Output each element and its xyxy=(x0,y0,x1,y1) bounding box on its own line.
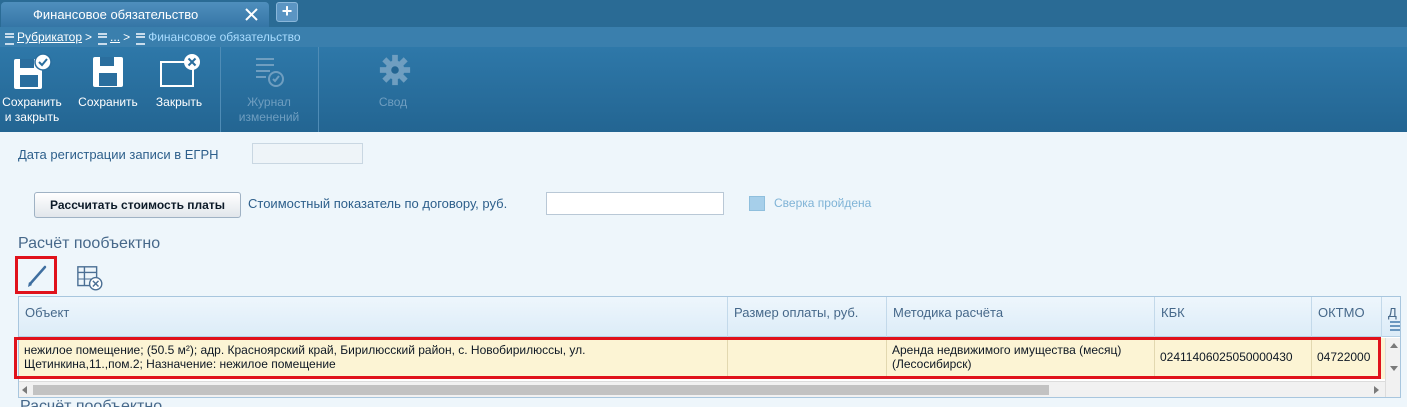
column-header-kbk[interactable]: КБК xyxy=(1155,297,1312,337)
tab-financial-obligation[interactable]: Финансовое обязательство xyxy=(1,2,269,27)
save-label: Сохранить xyxy=(78,95,138,109)
add-tab-button[interactable]: + xyxy=(276,2,298,22)
pencil-icon xyxy=(28,265,47,287)
cost-indicator-field[interactable] xyxy=(546,192,724,215)
breadcrumb: Рубрикатор > ... > Финансовое обязательс… xyxy=(0,27,1407,47)
section-title-below: Расчёт пообъектно xyxy=(20,398,163,407)
save-and-close-label-2: и закрыть xyxy=(4,110,60,124)
breadcrumb-current: Финансовое обязательство xyxy=(148,30,301,44)
registration-date-label: Дата регистрации записи в ЕГРН xyxy=(18,147,219,162)
table-settings-button[interactable] xyxy=(66,256,108,294)
breadcrumb-separator: > xyxy=(85,30,93,44)
vertical-scrollbar[interactable] xyxy=(1385,338,1400,397)
close-icon[interactable] xyxy=(244,7,259,22)
scroll-down-icon[interactable] xyxy=(1390,366,1398,371)
tab-title: Финансовое обязательство xyxy=(33,7,199,22)
row-highlight-frame xyxy=(14,337,1381,379)
tab-strip: Финансовое обязательство + xyxy=(0,0,1407,27)
save-button[interactable]: Сохранить xyxy=(74,47,142,132)
cost-indicator-label: Стоимостный показатель по договору, руб. xyxy=(248,196,508,211)
scroll-left-icon[interactable] xyxy=(22,386,27,394)
change-log-button[interactable]: Журнал изменений xyxy=(228,47,310,132)
breadcrumb-root-link[interactable]: Рубрикатор xyxy=(17,30,82,44)
close-window-icon xyxy=(160,54,200,87)
save-check-icon xyxy=(14,53,52,89)
grid-header: Объект Размер оплаты, руб. Методика расч… xyxy=(19,297,1400,337)
scroll-up-icon[interactable] xyxy=(1390,343,1398,348)
reconciliation-label: Сверка пройдена xyxy=(774,196,872,210)
document-icon xyxy=(136,32,146,45)
change-log-label-1: Журнал xyxy=(247,95,291,109)
breadcrumb-separator: > xyxy=(123,30,131,44)
list-icon xyxy=(5,32,14,45)
close-label: Закрыть xyxy=(155,95,203,109)
calculate-fee-button[interactable]: Рассчитать стоимость платы xyxy=(34,192,241,218)
table-delete-icon xyxy=(77,266,103,291)
reconciliation-checkbox[interactable] xyxy=(749,196,765,211)
column-menu-icon[interactable] xyxy=(1390,321,1400,331)
scroll-right-icon[interactable] xyxy=(1374,386,1379,394)
column-header-d[interactable]: Д xyxy=(1382,297,1400,337)
scrollbar-thumb[interactable] xyxy=(33,385,1049,395)
registration-date-field[interactable] xyxy=(252,143,363,164)
summary-label: Свод xyxy=(378,95,408,109)
save-and-close-label-1: Сохранить xyxy=(2,95,62,109)
toolbar-divider xyxy=(318,47,319,132)
column-header-object[interactable]: Объект xyxy=(19,297,728,337)
toolbar-divider xyxy=(220,47,221,132)
column-header-payment[interactable]: Размер оплаты, руб. xyxy=(728,297,887,337)
change-log-icon xyxy=(256,58,284,87)
edit-button[interactable] xyxy=(15,256,57,294)
section-title: Расчёт пообъектно xyxy=(18,235,161,252)
toolbar: Сохранить и закрыть Сохранить Закрыть Жу… xyxy=(0,47,1407,132)
horizontal-scrollbar[interactable] xyxy=(19,381,1385,397)
change-log-label-2: изменений xyxy=(238,110,300,124)
column-header-oktmo[interactable]: ОКТМО xyxy=(1312,297,1382,337)
column-header-method[interactable]: Методика расчёта xyxy=(887,297,1155,337)
breadcrumb-middle-link[interactable]: ... xyxy=(110,30,120,44)
close-button[interactable]: Закрыть xyxy=(150,47,208,132)
list-icon xyxy=(98,32,108,45)
save-icon xyxy=(93,57,123,87)
summary-button[interactable]: Свод xyxy=(360,47,426,132)
save-and-close-button[interactable]: Сохранить и закрыть xyxy=(0,47,64,132)
gear-icon xyxy=(379,54,411,86)
